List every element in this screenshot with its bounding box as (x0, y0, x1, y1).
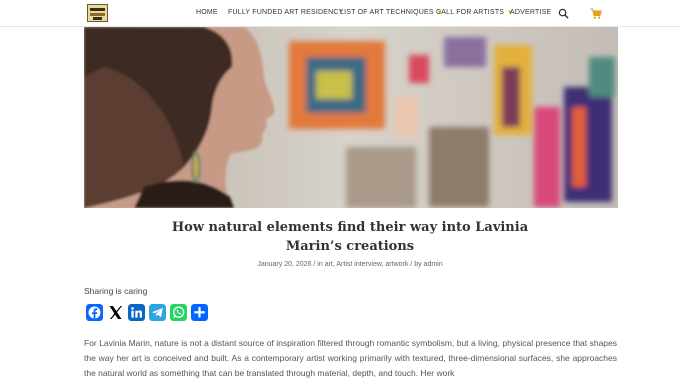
cart-icon[interactable] (590, 8, 602, 19)
article-meta: January 20, 2026 / in art, Artist interv… (150, 261, 550, 268)
site-header: HOME FULLY FUNDED ART RESIDENCY LIST OF … (0, 0, 680, 27)
nav-home[interactable]: HOME (196, 9, 218, 16)
article-title: How natural elements find their way into… (171, 220, 529, 254)
x-share-button[interactable] (107, 304, 124, 321)
sharing-label: Sharing is caring (84, 286, 148, 296)
telegram-share-button[interactable] (149, 304, 166, 321)
nav-call-for-artists[interactable]: CALL FOR ARTISTS ▼ (436, 9, 513, 16)
nav-residency[interactable]: FULLY FUNDED ART RESIDENCY (228, 9, 344, 16)
share-button[interactable] (191, 304, 208, 321)
hero-image (84, 27, 618, 208)
facebook-share-button[interactable] (86, 304, 103, 321)
meta-separator: / in (311, 261, 325, 268)
nav-techniques[interactable]: LIST OF ART TECHNIQUES ▼ (340, 9, 443, 16)
author-link[interactable]: admin (424, 261, 443, 268)
search-icon[interactable] (558, 8, 569, 19)
linkedin-share-button[interactable] (128, 304, 145, 321)
category-link-artist-interview[interactable]: Artist interview (336, 261, 381, 268)
category-link-artwork[interactable]: artwork (385, 261, 408, 268)
whatsapp-share-button[interactable] (170, 304, 187, 321)
meta-separator: / by (408, 261, 424, 268)
nav-techniques-label: LIST OF ART TECHNIQUES (340, 9, 434, 16)
main-nav: HOME FULLY FUNDED ART RESIDENCY LIST OF … (0, 0, 680, 27)
article-body: For Lavinia Marin, nature is not a dista… (84, 338, 617, 378)
category-link-art[interactable]: art (325, 261, 333, 268)
nav-advertise[interactable]: ADVERTISE (510, 9, 551, 16)
article-date: January 20, 2026 (257, 261, 312, 268)
nav-call-label: CALL FOR ARTISTS (436, 9, 505, 16)
